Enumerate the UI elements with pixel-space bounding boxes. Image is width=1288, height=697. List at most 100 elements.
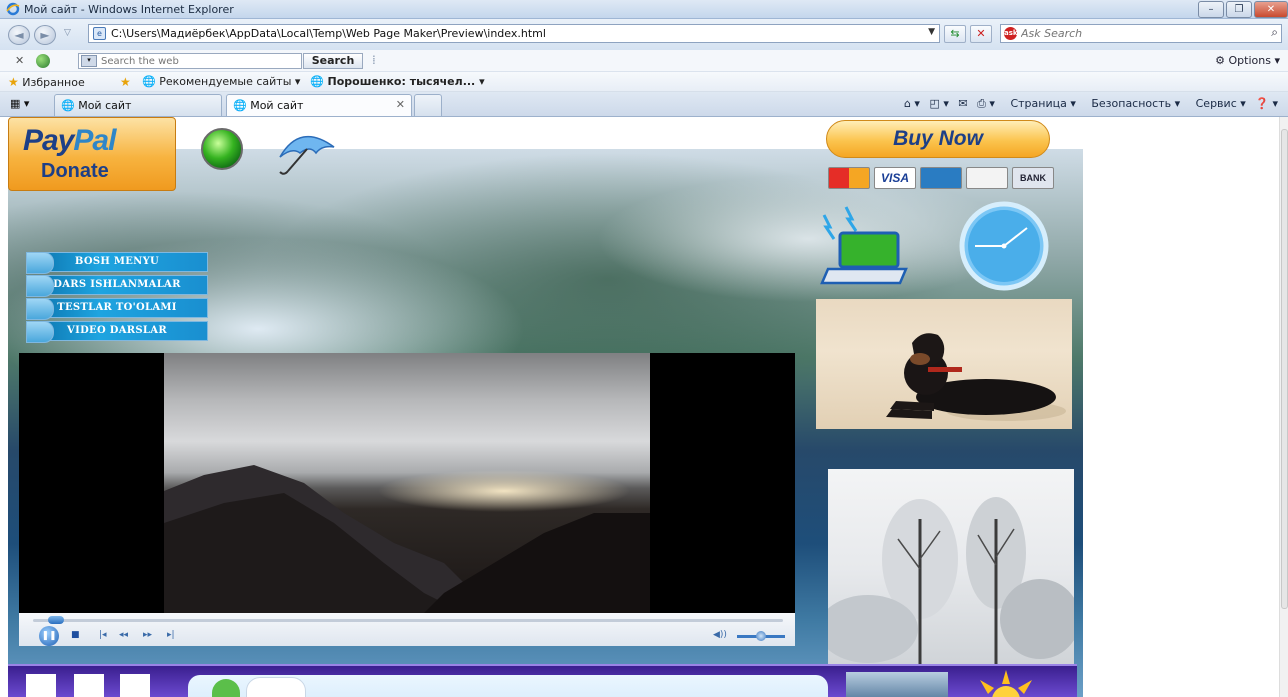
video-frame[interactable] [164,353,650,613]
recommended-label: Рекомендуемые сайты [159,75,292,88]
volume-thumb[interactable] [756,631,766,641]
tab-2-label: Мой сайт [250,99,304,112]
player-controls: ❚❚ ■ |◂ ◂◂ ▸▸ ▸| ◀)) [19,613,795,646]
seek-bar[interactable] [33,619,783,622]
menu-item-video-darslar[interactable]: VIDEO DARSLAR [26,321,208,343]
feeds-icon[interactable]: ◰ ▾ [929,97,948,110]
menu-item-dars-ishlanmalar[interactable]: DARS ISHLANMALAR [26,275,208,297]
stop-icon[interactable]: ■ [71,630,80,640]
green-button-icon[interactable] [201,128,243,170]
site-menu: BOSH MENYU DARS ISHLANMALAR TESTLAR TO'O… [26,252,208,344]
rewind-icon[interactable]: ◂◂ [119,630,128,640]
mail-icon[interactable]: ✉ [958,97,967,110]
close-tab-icon[interactable]: ✕ [396,98,405,111]
menu-item-testlar[interactable]: TESTLAR TO'OLAMI [26,298,208,320]
clock-icon [959,201,1049,291]
restore-button[interactable]: ❐ [1226,1,1252,18]
dog-image [886,333,1066,421]
bank-icon: BANK [1012,167,1054,189]
laptop-icon [820,206,908,285]
footer-white-box-1 [26,674,56,697]
paypal-logo: PayPal [23,124,116,157]
close-toolbar-icon[interactable]: ✕ [15,54,24,67]
snowy-trees-photo [828,469,1074,669]
stop-button[interactable]: ✕ [970,25,992,43]
safety-menu[interactable]: Безопасность ▾ [1085,97,1180,110]
scrollbar-thumb[interactable] [1281,129,1288,609]
add-favorite-button[interactable]: ★ [120,75,131,89]
page-menu-label: Страница [1010,97,1067,110]
ie-logo-icon [6,2,20,16]
options-menu[interactable]: ⚙ Options ▾ [1215,54,1280,67]
tab-1[interactable]: 🌐 Мой сайт [54,94,222,116]
forward-arrow-icon: ► [40,28,50,42]
quick-tabs-icon[interactable]: ▦ ▾ [10,97,29,110]
favorites-button[interactable]: ★ Избранное [8,75,85,89]
visa-icon: VISA [874,167,916,189]
paypal-donate-button[interactable]: PayPal Donate [8,117,176,191]
umbrella-icon [279,135,335,175]
favorites-label: Избранное [22,76,85,89]
snowy-trees-image [828,497,1074,669]
dog-photo [816,299,1072,429]
globe-icon[interactable] [36,54,50,68]
close-window-button[interactable]: ✕ [1254,1,1288,18]
footer-cloud-icon [246,677,306,697]
address-bar: ◄ ► ▽ e C:\Users\Мадиёрбек\AppData\Local… [0,19,1288,50]
url-text: C:\Users\Мадиёрбек\AppData\Local\Temp\We… [111,27,546,40]
next-icon[interactable]: ▸| [167,630,175,640]
ask-search-box[interactable]: ask ⌕ [1000,24,1282,43]
search-toolbar: ✕ ▾ Search ⁞ ⚙ Options ▾ [0,50,1288,72]
back-button[interactable]: ◄ [8,25,30,45]
tools-menu[interactable]: Сервис ▾ [1190,97,1246,110]
donate-label: Donate [41,160,109,182]
page-icon: e [93,27,106,40]
window-title: Мой сайт - Windows Internet Explorer [24,3,234,16]
footer-landscape-thumb [846,672,948,697]
menu-item-bosh-menyu[interactable]: BOSH MENYU [26,252,208,274]
new-tab-button[interactable] [414,94,442,116]
web-search-input[interactable] [101,54,296,68]
url-field[interactable]: e C:\Users\Мадиёрбек\AppData\Local\Temp\… [88,24,940,43]
ask-logo-icon: ask [1004,27,1018,40]
tab-2[interactable]: 🌐 Мой сайт ✕ [226,94,412,116]
buy-now-button[interactable]: Buy Now [826,120,1050,158]
seek-thumb[interactable] [48,616,64,624]
home-icon[interactable]: ⌂ ▾ [904,97,920,110]
search-engine-icon[interactable]: ▾ [81,55,97,67]
star-icon: ★ [8,75,19,89]
ask-search-input[interactable] [1021,26,1261,41]
print-icon[interactable]: ⎙ ▾ [977,97,995,110]
poroshenko-link[interactable]: 🌐 Порошенко: тысячел... ▾ [310,75,485,88]
pause-button[interactable]: ❚❚ [39,626,59,646]
ie-tab-icon: 🌐 [61,99,79,112]
volume-icon[interactable]: ◀)) [713,630,727,640]
minimize-button[interactable]: – [1198,1,1224,18]
recommended-sites-link[interactable]: 🌐 Рекомендуемые сайты ▾ [142,75,300,88]
mastercard-icon [828,167,870,189]
history-dropdown-icon[interactable]: ▽ [64,28,71,38]
footer-white-box-3 [120,674,150,697]
amex-icon [920,167,962,189]
page-menu[interactable]: Страница ▾ [1004,97,1075,110]
toolbar-separator-icon: ⁞ [372,53,376,67]
media-player[interactable]: ❚❚ ■ |◂ ◂◂ ▸▸ ▸| ◀)) [19,353,795,646]
command-bar: ⌂ ▾ ◰ ▾ ✉ ⎙ ▾ Страница ▾ Безопасность ▾ … [898,97,1278,111]
safety-menu-label: Безопасность [1091,97,1172,110]
previous-icon[interactable]: |◂ [99,630,107,640]
vertical-scrollbar[interactable] [1279,117,1288,697]
discover-icon [966,167,1008,189]
fast-forward-icon[interactable]: ▸▸ [143,630,152,640]
back-arrow-icon: ◄ [14,28,24,42]
options-label: Options [1228,54,1271,67]
refresh-button[interactable]: ⇆ [944,25,966,43]
url-dropdown-icon[interactable]: ▼ [928,27,935,37]
search-button[interactable]: Search [303,53,363,69]
window-title-bar: Мой сайт - Windows Internet Explorer – ❐… [0,0,1288,19]
forward-button[interactable]: ► [34,25,56,45]
help-icon[interactable]: ❓ ▾ [1255,97,1278,110]
add-star-icon: ★ [120,75,131,89]
tab-bar: ▦ ▾ 🌐 Мой сайт 🌐 Мой сайт ✕ ⌂ ▾ ◰ ▾ ✉ ⎙ ▾… [0,92,1288,117]
search-icon[interactable]: ⌕ [1271,25,1278,40]
web-search-box[interactable]: ▾ [78,53,302,69]
